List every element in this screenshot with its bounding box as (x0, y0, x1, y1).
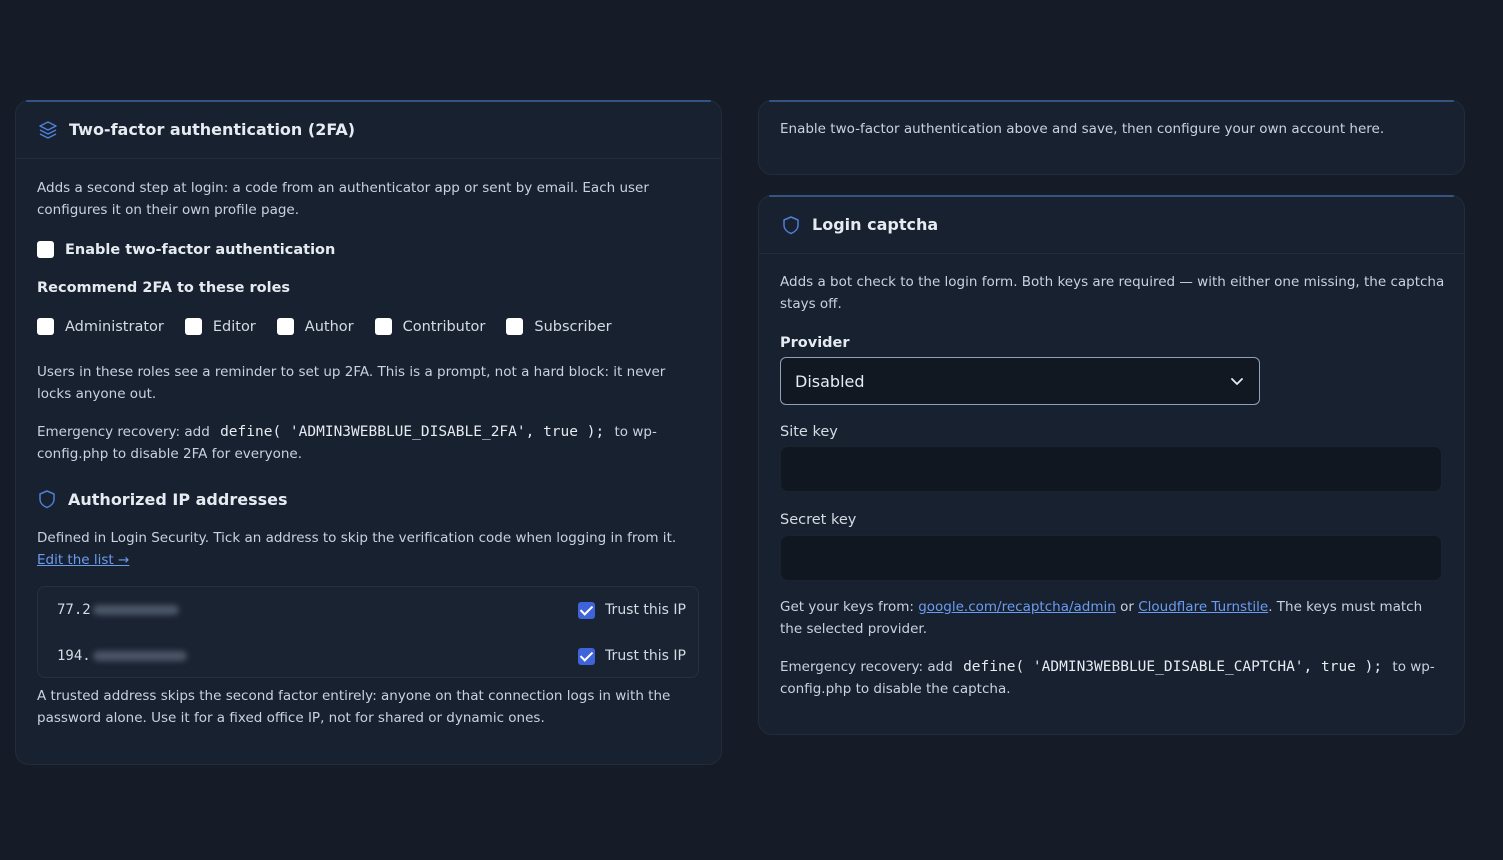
role-label: Subscriber (534, 318, 612, 335)
ip-list: 77.2 Trust this IP 194. Trust this IP (37, 586, 699, 678)
roles-note: Users in these roles see a reminder to s… (37, 364, 666, 402)
edit-list-link[interactable]: Edit the list → (37, 552, 129, 568)
trust-ip-label: Trust this IP (605, 602, 686, 618)
twofa-header: Two-factor authentication (2FA) (16, 101, 721, 159)
role-checkbox[interactable] (506, 318, 524, 335)
description-text: Defined in Login Security. Tick an addre… (37, 530, 677, 546)
ip-address: 194. (57, 648, 187, 664)
trust-ip-checkbox[interactable] (578, 601, 596, 619)
role-label: Administrator (65, 318, 164, 335)
site-key-input[interactable] (780, 446, 1442, 492)
roles-checkbox-group: Administrator Editor Author Contributor … (37, 318, 633, 335)
provider-select[interactable]: Disabled (780, 357, 1260, 405)
ip-list-item: 77.2 Trust this IP (38, 587, 698, 633)
enable-2fa-label: Enable two-factor authentication (65, 241, 336, 258)
role-checkbox[interactable] (184, 318, 202, 335)
shield-icon (37, 489, 57, 509)
role-checkbox[interactable] (276, 318, 294, 335)
role-label: Editor (212, 318, 256, 335)
roles-heading: Recommend 2FA to these roles (37, 280, 291, 296)
trust-ip-label: Trust this IP (605, 648, 686, 664)
recovery-code: define( 'ADMIN3WEBBLUE_DISABLE_CAPTCHA',… (963, 659, 1383, 675)
chevron-down-icon (1229, 373, 1245, 389)
secret-key-input[interactable] (780, 535, 1442, 581)
ip-list-item: 194. Trust this IP (38, 633, 698, 679)
ip-address: 77.2 (57, 602, 179, 618)
turnstile-link[interactable]: Cloudflare Turnstile (1138, 599, 1268, 615)
provider-selected-value: Disabled (795, 371, 865, 391)
role-checkbox[interactable] (374, 318, 392, 335)
role-label: Contributor (402, 318, 486, 335)
trusted-ip-note: A trusted address skips the second facto… (37, 688, 671, 726)
trust-ip-toggle[interactable]: Trust this IP (578, 647, 686, 665)
layers-icon (38, 120, 58, 140)
recaptcha-link[interactable]: google.com/recaptcha/admin (918, 599, 1116, 615)
site-key-label: Site key (780, 424, 838, 440)
keys-or: or (1120, 599, 1134, 615)
authorized-ips-title: Authorized IP addresses (68, 489, 288, 509)
ip-address-text: 194. (57, 648, 91, 664)
recovery-prefix: Emergency recovery: add (37, 424, 210, 440)
authorized-ips-description: Defined in Login Security. Tick an addre… (37, 528, 702, 571)
keys-prefix: Get your keys from: (780, 599, 914, 615)
role-checkbox[interactable] (37, 318, 54, 335)
ip-redaction (92, 651, 187, 661)
enable-2fa-checkbox[interactable] (37, 241, 54, 258)
role-administrator[interactable]: Administrator (37, 318, 164, 335)
captcha-header: Login captcha (759, 196, 1464, 254)
ip-address-text: 77.2 (57, 602, 91, 618)
captcha-keys-note: Get your keys from: google.com/recaptcha… (780, 597, 1445, 640)
captcha-title: Login captcha (812, 215, 939, 234)
shield-icon (781, 215, 801, 235)
trust-ip-checkbox[interactable] (578, 647, 596, 665)
role-contributor[interactable]: Contributor (374, 318, 486, 335)
trust-ip-toggle[interactable]: Trust this IP (578, 601, 686, 619)
recovery-prefix: Emergency recovery: add (780, 659, 953, 675)
role-editor[interactable]: Editor (184, 318, 256, 335)
recovery-code: define( 'ADMIN3WEBBLUE_DISABLE_2FA', tru… (220, 424, 605, 440)
secret-key-label: Secret key (780, 512, 857, 528)
twofa-recovery-note: Emergency recovery: add define( 'ADMIN3W… (37, 421, 702, 465)
panel-accent-line (769, 100, 1454, 102)
account-setup-note: Enable two-factor authentication above a… (780, 121, 1385, 137)
role-subscriber[interactable]: Subscriber (506, 318, 612, 335)
enable-2fa-toggle[interactable]: Enable two-factor authentication (37, 241, 335, 258)
ip-redaction (92, 605, 179, 615)
role-label: Author (304, 318, 354, 335)
captcha-description: Adds a bot check to the login form. Both… (780, 274, 1445, 312)
provider-label: Provider (780, 335, 850, 351)
role-author[interactable]: Author (276, 318, 354, 335)
twofa-title: Two-factor authentication (2FA) (69, 120, 356, 139)
twofa-description: Adds a second step at login: a code from… (37, 180, 649, 218)
authorized-ips-heading: Authorized IP addresses (37, 489, 287, 509)
captcha-recovery-note: Emergency recovery: add define( 'ADMIN3W… (780, 656, 1445, 700)
